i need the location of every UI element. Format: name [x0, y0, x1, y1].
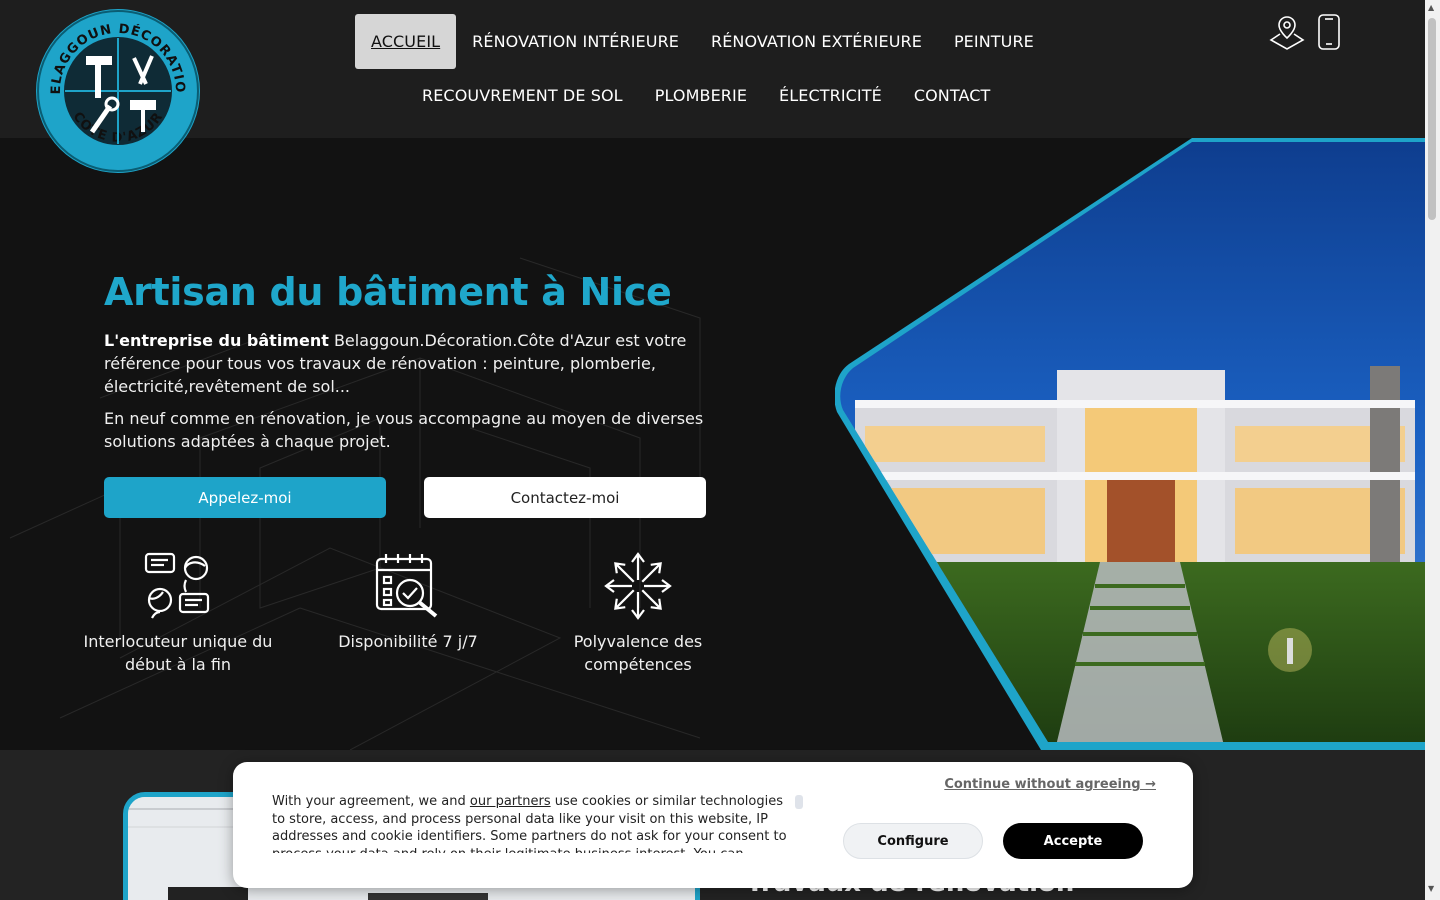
our-partners-link[interactable]: our partners: [470, 794, 551, 809]
site-header: ACCUEIL RÉNOVATION INTÉRIEURE RÉNOVATION…: [0, 0, 1425, 138]
call-button[interactable]: Appelez-moi: [104, 477, 386, 518]
continue-without-agreeing-link[interactable]: Continue without agreeing →: [944, 777, 1156, 792]
feature-label: Disponibilité 7 j/7: [338, 632, 478, 651]
feature-label: Polyvalence des compétences: [573, 632, 703, 674]
nav-item-recouvrement-de-sol[interactable]: RECOUVREMENT DE SOL: [406, 68, 639, 123]
nav-item-accueil[interactable]: ACCUEIL: [355, 14, 457, 69]
nav-row-1: ACCUEIL RÉNOVATION INTÉRIEURE RÉNOVATION…: [355, 14, 1050, 69]
scroll-up-arrow-icon[interactable]: ▲: [1428, 3, 1434, 12]
configure-button[interactable]: Configure: [843, 823, 983, 859]
conversation-icon: [68, 550, 288, 622]
nav-row-2: RECOUVREMENT DE SOL PLOMBERIE ÉLECTRICIT…: [406, 69, 1006, 121]
feature-label: Interlocuteur unique du début à la fin: [83, 632, 273, 674]
cookie-text-scrollbar[interactable]: [795, 795, 803, 809]
page-scrollbar[interactable]: ▲ ▼: [1425, 0, 1440, 900]
scroll-down-arrow-icon[interactable]: ▼: [1428, 884, 1434, 893]
nav-item-peinture[interactable]: PEINTURE: [938, 14, 1050, 69]
nav-item-contact[interactable]: CONTACT: [898, 68, 1007, 123]
calendar-check-icon: [298, 550, 518, 622]
hero-intro: L'entreprise du bâtiment Belaggoun.Décor…: [104, 329, 714, 398]
feature-single-contact: Interlocuteur unique du début à la fin: [68, 550, 288, 676]
phone-icon[interactable]: [1310, 12, 1348, 52]
nav-item-plomberie[interactable]: PLOMBERIE: [639, 68, 763, 123]
multi-arrows-icon: [528, 550, 748, 622]
scroll-thumb[interactable]: [1428, 18, 1436, 220]
cookie-consent-banner: Continue without agreeing → With your ag…: [233, 762, 1193, 888]
logo[interactable]: BELAGGOUN DÉCORATION COTE D'AZUR: [28, 0, 202, 174]
hero-paragraph-2: En neuf comme en rénovation, je vous acc…: [104, 409, 704, 451]
nav-item-renovation-exterieure[interactable]: RÉNOVATION EXTÉRIEURE: [695, 14, 938, 69]
accept-button[interactable]: Accepte: [1003, 823, 1143, 859]
modern-house-photo: [835, 138, 1425, 750]
map-pin-icon[interactable]: [1268, 12, 1306, 52]
hero-section: Artisan du bâtiment à Nice L'entreprise …: [0, 138, 1425, 750]
feature-versatility: Polyvalence des compétences: [528, 550, 748, 676]
contact-button[interactable]: Contactez-moi: [424, 477, 706, 518]
hero-title: Artisan du bâtiment à Nice: [104, 270, 672, 314]
hero-intro-bold: L'entreprise du bâtiment: [104, 331, 329, 350]
nav-item-electricite[interactable]: ÉLECTRICITÉ: [763, 68, 898, 123]
page: ACCUEIL RÉNOVATION INTÉRIEURE RÉNOVATION…: [0, 0, 1440, 900]
nav-item-renovation-interieure[interactable]: RÉNOVATION INTÉRIEURE: [456, 14, 695, 69]
cookie-text-start: With your agreement, we and: [272, 794, 470, 809]
header-icons: [1268, 12, 1348, 52]
cookie-text: With your agreement, we and our partners…: [272, 793, 792, 853]
feature-availability: Disponibilité 7 j/7: [298, 550, 518, 653]
